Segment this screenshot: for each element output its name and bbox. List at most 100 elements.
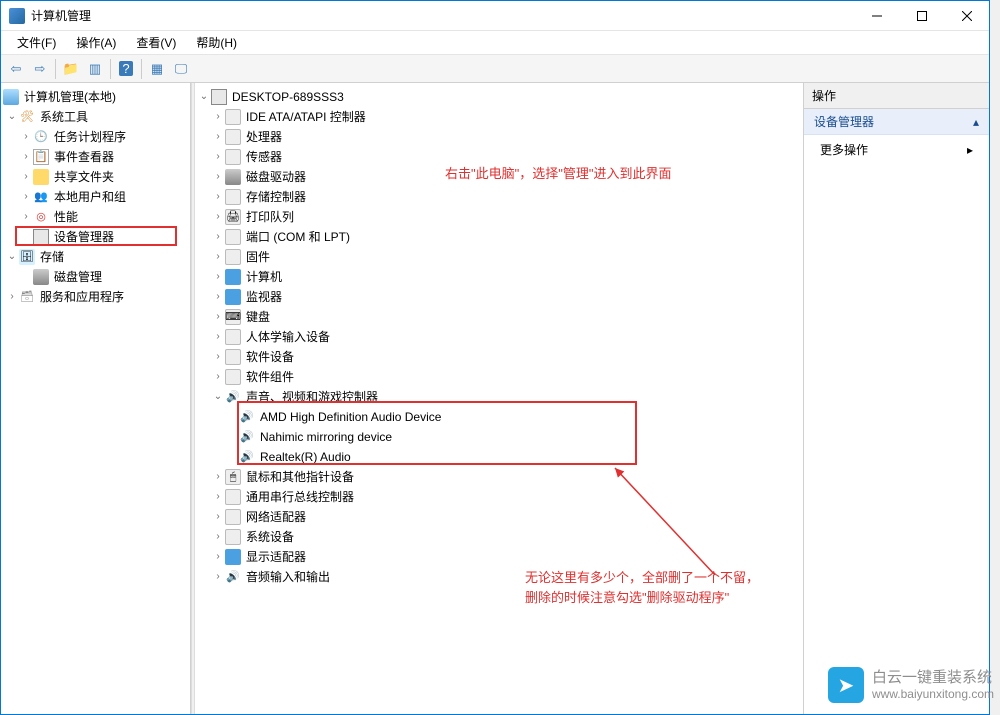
help-button[interactable]: ?: [115, 58, 137, 80]
tree-system-tools[interactable]: ⌄ 🛠 系统工具: [3, 107, 188, 127]
sensor-icon: [225, 149, 241, 165]
expand-icon[interactable]: ›: [19, 187, 33, 207]
menu-help[interactable]: 帮助(H): [188, 32, 245, 53]
expand-icon[interactable]: ›: [211, 127, 225, 147]
devices-button[interactable]: ▦: [146, 58, 168, 80]
close-button[interactable]: [944, 1, 989, 31]
tree-event-viewer[interactable]: › 📋 事件查看器: [3, 147, 188, 167]
expand-icon[interactable]: ›: [211, 247, 225, 267]
cat-keyboard[interactable]: ›⌨键盘: [197, 307, 801, 327]
cat-swdev[interactable]: ›软件设备: [197, 347, 801, 367]
expand-icon[interactable]: ›: [211, 527, 225, 547]
tree-local-users[interactable]: › 👥 本地用户和组: [3, 187, 188, 207]
cat-hid[interactable]: ›人体学输入设备: [197, 327, 801, 347]
maximize-button[interactable]: [899, 1, 944, 31]
maximize-icon: [917, 11, 927, 21]
tree-label: 计算机管理(本地): [23, 87, 116, 107]
cat-usb[interactable]: ›通用串行总线控制器: [197, 487, 801, 507]
tree-label: 端口 (COM 和 LPT): [245, 227, 350, 247]
expand-icon[interactable]: ⌄: [5, 247, 19, 267]
cat-sysdev[interactable]: ›系统设备: [197, 527, 801, 547]
expand-icon[interactable]: ›: [211, 107, 225, 127]
tree-device-manager[interactable]: 设备管理器: [3, 227, 188, 247]
ports-icon: [225, 229, 241, 245]
expand-icon[interactable]: ›: [211, 507, 225, 527]
show-hide-tree-button[interactable]: ▥: [84, 58, 106, 80]
cat-ports[interactable]: › 端口 (COM 和 LPT): [197, 227, 801, 247]
cat-monitor[interactable]: ›监视器: [197, 287, 801, 307]
tree-shared-folders[interactable]: › 共享文件夹: [3, 167, 188, 187]
cat-audio[interactable]: ⌄🔊声音、视频和游戏控制器: [197, 387, 801, 407]
expand-icon[interactable]: ›: [211, 327, 225, 347]
device-root[interactable]: ⌄ DESKTOP-689SSS3: [197, 87, 801, 107]
expand-icon[interactable]: ›: [211, 227, 225, 247]
cat-sensor[interactable]: › 传感器: [197, 147, 801, 167]
tree-task-scheduler[interactable]: › 🕒 任务计划程序: [3, 127, 188, 147]
device-audio-nahimic[interactable]: 🔊Nahimic mirroring device: [197, 427, 801, 447]
tree-storage[interactable]: ⌄ 🗄 存储: [3, 247, 188, 267]
collapse-icon[interactable]: ⌄: [197, 87, 211, 107]
expand-icon[interactable]: ›: [19, 147, 33, 167]
cat-display[interactable]: ›显示适配器: [197, 547, 801, 567]
tree-label: 本地用户和组: [53, 187, 126, 207]
expand-icon[interactable]: ›: [19, 167, 33, 187]
cat-ide[interactable]: ›IDE ATA/ATAPI 控制器: [197, 107, 801, 127]
expand-icon[interactable]: ›: [211, 487, 225, 507]
refresh-button[interactable]: 🖵: [170, 58, 192, 80]
collapse-icon[interactable]: ⌄: [211, 387, 225, 407]
cat-firmware[interactable]: ›固件: [197, 247, 801, 267]
expand-icon[interactable]: ›: [211, 267, 225, 287]
cat-printq[interactable]: ›🖨打印队列: [197, 207, 801, 227]
expand-icon[interactable]: ›: [211, 147, 225, 167]
actions-section[interactable]: 设备管理器 ▴: [804, 109, 989, 135]
expand-icon[interactable]: ›: [211, 347, 225, 367]
mgmt-tree: 计算机管理(本地) ⌄ 🛠 系统工具: [3, 87, 188, 307]
menu-action[interactable]: 操作(A): [68, 32, 124, 53]
action-label: 更多操作: [820, 141, 868, 158]
device-audio-amd[interactable]: 🔊AMD High Definition Audio Device: [197, 407, 801, 427]
cat-cdrom[interactable]: ›磁盘驱动器: [197, 167, 801, 187]
forward-button[interactable]: ⇨: [29, 58, 51, 80]
cat-mouse[interactable]: ›🖱鼠标和其他指针设备: [197, 467, 801, 487]
tree-label: Nahimic mirroring device: [259, 427, 392, 447]
expand-icon[interactable]: ›: [19, 127, 33, 147]
cat-swcomp[interactable]: ›软件组件: [197, 367, 801, 387]
expand-icon[interactable]: ⌄: [5, 107, 19, 127]
display-adapter-icon: [225, 549, 241, 565]
keyboard-icon: ⌨: [225, 309, 241, 325]
action-more[interactable]: 更多操作 ▸: [804, 135, 989, 164]
actions-panel: 操作 设备管理器 ▴ 更多操作 ▸: [803, 83, 989, 714]
cat-net[interactable]: ›网络适配器: [197, 507, 801, 527]
cat-audioio[interactable]: ›🔊音频输入和输出: [197, 567, 801, 587]
tree-root[interactable]: 计算机管理(本地): [3, 87, 188, 107]
tree-services-apps[interactable]: › 🗃 服务和应用程序: [3, 287, 188, 307]
tree-performance[interactable]: › ◎ 性能: [3, 207, 188, 227]
expand-icon[interactable]: ›: [19, 207, 33, 227]
expand-icon[interactable]: ›: [211, 167, 225, 187]
tree-disk-mgmt[interactable]: 磁盘管理: [3, 267, 188, 287]
expand-icon[interactable]: ›: [211, 287, 225, 307]
expand-icon[interactable]: ›: [211, 307, 225, 327]
perf-icon: ◎: [33, 209, 49, 225]
expand-icon[interactable]: ›: [211, 547, 225, 567]
device-audio-realtek[interactable]: 🔊Realtek(R) Audio: [197, 447, 801, 467]
minimize-button[interactable]: [854, 1, 899, 31]
expand-icon[interactable]: ›: [211, 367, 225, 387]
expand-icon[interactable]: ›: [211, 567, 225, 587]
menu-view[interactable]: 查看(V): [128, 32, 184, 53]
tree-label: 性能: [53, 207, 78, 227]
expand-icon[interactable]: ›: [211, 207, 225, 227]
content-area: 计算机管理(本地) ⌄ 🛠 系统工具: [1, 83, 989, 714]
cat-cpu[interactable]: ›处理器: [197, 127, 801, 147]
cat-storctrl[interactable]: ›存储控制器: [197, 187, 801, 207]
tree-label: 传感器: [245, 147, 282, 167]
expand-icon[interactable]: ›: [5, 287, 19, 307]
left-tree-panel[interactable]: 计算机管理(本地) ⌄ 🛠 系统工具: [1, 83, 191, 714]
up-button[interactable]: 📁: [60, 58, 82, 80]
back-button[interactable]: ⇦: [5, 58, 27, 80]
expand-icon[interactable]: ›: [211, 187, 225, 207]
expand-icon[interactable]: ›: [211, 467, 225, 487]
cat-computer[interactable]: ›计算机: [197, 267, 801, 287]
menu-file[interactable]: 文件(F): [9, 32, 64, 53]
device-tree-panel[interactable]: ⌄ DESKTOP-689SSS3 ›IDE ATA/ATAPI 控制器 ›处理…: [195, 83, 803, 714]
